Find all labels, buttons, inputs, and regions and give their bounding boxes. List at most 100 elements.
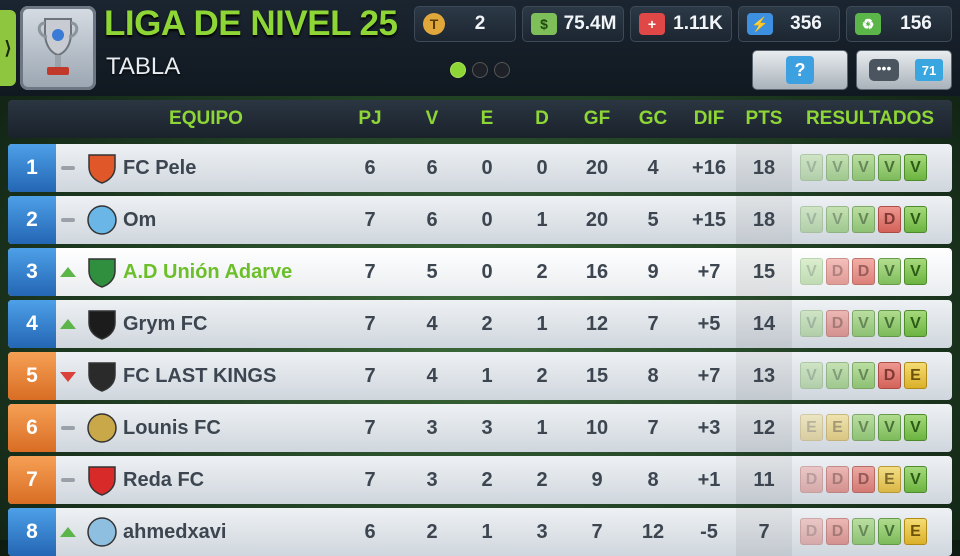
page-dot-2[interactable] xyxy=(472,62,488,78)
team-crest-icon xyxy=(88,362,116,392)
recent-results: VDDVV xyxy=(800,258,927,285)
energy-bolt-icon: ⚡ xyxy=(747,13,773,35)
side-menu-tab[interactable]: ⟩ xyxy=(0,10,16,86)
recent-results: VVVVV xyxy=(800,154,927,181)
morale-cash-icon: ♻ xyxy=(855,13,881,35)
col-pj[interactable]: PJ xyxy=(342,100,398,138)
stat-cell-dif: +3 xyxy=(697,417,721,439)
table-row[interactable]: 4 Grym FC 7 4 2 1 12 7 +5 14 V D V V V xyxy=(8,300,952,348)
table-row[interactable]: 5 FC LAST KINGS 7 4 1 2 15 8 +7 13 V V V D E xyxy=(8,352,952,400)
position-cell: 3 xyxy=(8,248,56,296)
result-badge: V xyxy=(852,518,875,545)
recent-results: VVVDV xyxy=(800,206,927,233)
trend-same-icon xyxy=(60,162,76,174)
stat-cell-e: 0 xyxy=(481,209,493,231)
team-name[interactable]: Om xyxy=(123,196,156,244)
stat-cell-d: 3 xyxy=(536,521,548,543)
col-gf[interactable]: GF xyxy=(569,100,625,138)
team-name[interactable]: A.D Unión Adarve xyxy=(123,248,292,296)
stat-cell-dif: +5 xyxy=(697,313,721,335)
result-badge: D xyxy=(826,466,849,493)
trend-up-icon xyxy=(60,319,76,329)
team-crest-icon xyxy=(88,258,116,288)
team-crest-icon xyxy=(88,310,116,340)
stat-cell-v: 4 xyxy=(426,365,438,387)
stat-cell-v: 3 xyxy=(426,417,438,439)
chevron-right-icon: ⟩ xyxy=(4,37,12,58)
col-d[interactable]: D xyxy=(514,100,570,138)
recent-results: DDDEV xyxy=(800,466,927,493)
chat-bubble-icon: ••• xyxy=(869,59,899,81)
table-row[interactable]: 1 FC Pele 6 6 0 0 20 4 +16 18 V V V V V xyxy=(8,144,952,192)
stat-cell-e: 0 xyxy=(481,261,493,283)
stat-cell-pj: 7 xyxy=(364,417,376,439)
col-pts[interactable]: PTS xyxy=(736,100,792,138)
table-row[interactable]: 2 Om 7 6 0 1 20 5 +15 18 V V V D V xyxy=(8,196,952,244)
result-badge: V xyxy=(800,206,823,233)
result-badge: V xyxy=(878,310,901,337)
stat-cell-e: 0 xyxy=(481,157,493,179)
position-cell: 8 xyxy=(8,508,56,556)
result-badge: D xyxy=(800,466,823,493)
team-name[interactable]: Lounis FC xyxy=(123,404,221,452)
stat-cell-pts: 7 xyxy=(758,521,770,543)
table-row[interactable]: 6 Lounis FC 7 3 3 1 10 7 +3 12 E E V V V xyxy=(8,404,952,452)
stat-energy[interactable]: ⚡ 356 xyxy=(738,6,840,42)
result-badge: E xyxy=(904,518,927,545)
result-badge: V xyxy=(852,414,875,441)
col-team[interactable]: EQUIPO xyxy=(56,100,356,138)
table-row[interactable]: 8 ahmedxavi 6 2 1 3 7 12 -5 7 D D V V E xyxy=(8,508,952,556)
stat-medical[interactable]: + 1.11K xyxy=(630,6,732,42)
result-badge: V xyxy=(852,206,875,233)
league-header: ⟩ LIGA DE NIVEL 25 TABLA T 2 $ 75.4M + 1… xyxy=(0,0,960,96)
medical-cross-icon: + xyxy=(639,13,665,35)
col-v[interactable]: V xyxy=(404,100,460,138)
stat-morale[interactable]: ♻ 156 xyxy=(846,6,952,42)
help-button[interactable]: ? xyxy=(752,50,848,90)
col-e[interactable]: E xyxy=(459,100,515,138)
stat-cell-dif: +16 xyxy=(692,157,726,179)
stat-cell-e: 2 xyxy=(481,469,493,491)
position-cell: 1 xyxy=(8,144,56,192)
stat-cell-gc: 8 xyxy=(647,469,659,491)
stat-cell-e: 1 xyxy=(481,365,493,387)
result-badge: V xyxy=(852,362,875,389)
table-row[interactable]: 7 Reda FC 7 3 2 2 9 8 +1 11 D D D E V xyxy=(8,456,952,504)
stat-cell-gc: 12 xyxy=(641,521,665,543)
team-name[interactable]: FC Pele xyxy=(123,144,196,192)
team-crest-icon xyxy=(88,466,116,496)
result-badge: V xyxy=(904,154,927,181)
result-badge: V xyxy=(800,310,823,337)
col-gc[interactable]: GC xyxy=(625,100,681,138)
team-name[interactable]: Grym FC xyxy=(123,300,207,348)
result-badge: D xyxy=(878,362,901,389)
stat-cell-d: 2 xyxy=(536,261,548,283)
page-dot-3[interactable] xyxy=(494,62,510,78)
page-dot-1[interactable] xyxy=(450,62,466,78)
stat-cell-e: 2 xyxy=(481,313,493,335)
stat-cell-d: 0 xyxy=(536,157,548,179)
trend-same-icon xyxy=(60,422,76,434)
table-row[interactable]: 3 A.D Unión Adarve 7 5 0 2 16 9 +7 15 V D D V V xyxy=(8,248,952,296)
team-name[interactable]: Reda FC xyxy=(123,456,204,504)
stat-cell-dif: +7 xyxy=(697,261,721,283)
stat-cell-pj: 7 xyxy=(364,365,376,387)
recent-results: VVVDE xyxy=(800,362,927,389)
stat-tokens[interactable]: T 2 xyxy=(414,6,516,42)
stat-cell-v: 6 xyxy=(426,157,438,179)
result-badge: E xyxy=(878,466,901,493)
stat-cell-v: 5 xyxy=(426,261,438,283)
result-badge: D xyxy=(826,258,849,285)
stat-cell-gc: 5 xyxy=(647,209,659,231)
stat-money[interactable]: $ 75.4M xyxy=(522,6,624,42)
team-name[interactable]: ahmedxavi xyxy=(123,508,226,556)
col-dif[interactable]: DIF xyxy=(681,100,737,138)
result-badge: V xyxy=(904,206,927,233)
trophy-icon xyxy=(37,18,79,75)
stat-cell-e: 3 xyxy=(481,417,493,439)
chat-button[interactable]: ••• 71 xyxy=(856,50,952,90)
stat-cell-d: 2 xyxy=(536,469,548,491)
result-badge: V xyxy=(878,518,901,545)
stat-cell-gc: 8 xyxy=(647,365,659,387)
team-name[interactable]: FC LAST KINGS xyxy=(123,352,276,400)
